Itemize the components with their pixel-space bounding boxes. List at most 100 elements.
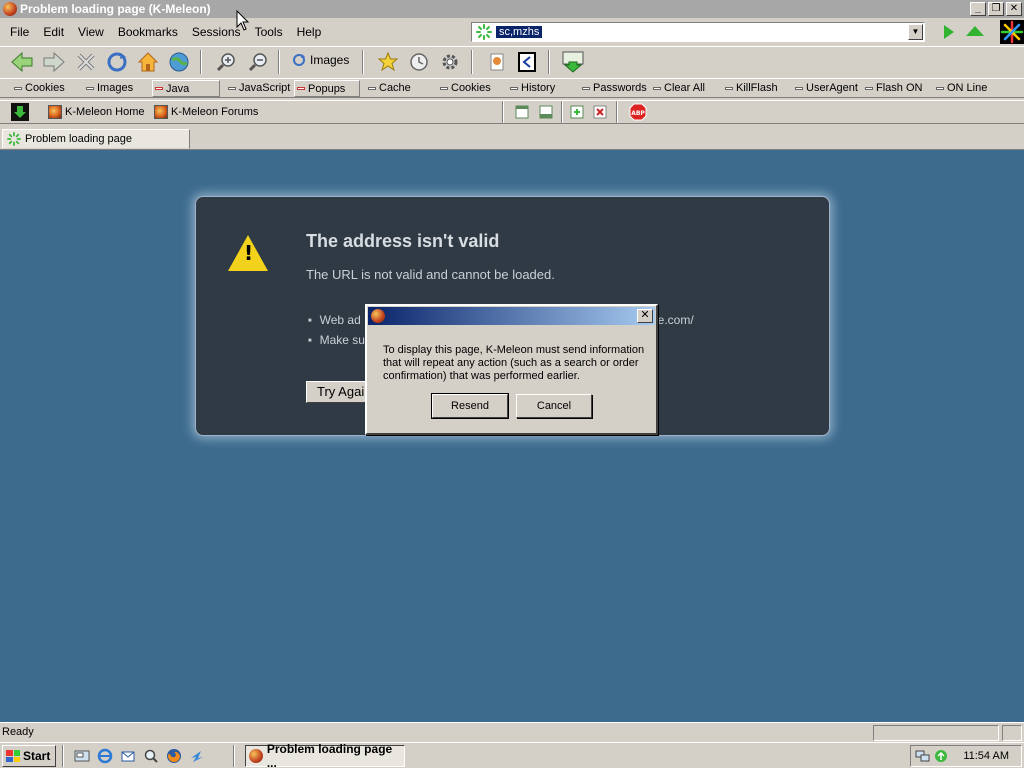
- menu-edit[interactable]: Edit: [43, 25, 64, 39]
- messenger-icon[interactable]: [189, 748, 205, 764]
- privacy-popups-toggle[interactable]: Popups: [294, 80, 360, 97]
- taskbar: Start Problem loading page ... 11:54 AM: [0, 742, 1024, 768]
- window-title: Problem loading page (K-Meleon): [20, 2, 211, 16]
- toolbar-separator: [278, 50, 280, 74]
- url-input[interactable]: sc,mzhs ▼: [471, 22, 925, 42]
- download-arrow-icon[interactable]: [10, 102, 30, 122]
- privacy-useragent-button[interactable]: UserAgent: [795, 82, 858, 94]
- stop-icon[interactable]: [74, 50, 98, 74]
- url-dropdown-button[interactable]: ▼: [908, 24, 923, 40]
- back-icon[interactable]: [10, 50, 34, 74]
- privacy-passwords-button[interactable]: Passwords: [582, 82, 647, 94]
- menu-bookmarks[interactable]: Bookmarks: [118, 25, 178, 39]
- kmeleon-icon: [48, 105, 62, 119]
- menu-file[interactable]: File: [10, 25, 29, 39]
- show-desktop-icon[interactable]: [74, 748, 90, 764]
- globe-icon[interactable]: [167, 50, 191, 74]
- menu-view[interactable]: View: [78, 25, 104, 39]
- window-minimize-icon[interactable]: [536, 102, 556, 122]
- url-value[interactable]: sc,mzhs: [496, 26, 543, 38]
- title-bar[interactable]: Problem loading page (K-Meleon) _ ❐ ✕: [0, 0, 1024, 18]
- status-pane: [873, 725, 999, 741]
- error-title: The address isn't valid: [306, 231, 500, 251]
- network-icon[interactable]: [915, 748, 931, 764]
- bookmark-kmeleon-forums[interactable]: K-Meleon Forums: [154, 105, 258, 119]
- privacy-cookies-toggle[interactable]: Cookies: [14, 82, 65, 94]
- firefox-icon[interactable]: [166, 748, 182, 764]
- privacy-clear-all-button[interactable]: Clear All: [653, 82, 705, 94]
- windows-logo-icon: [6, 750, 20, 762]
- privacy-history-button[interactable]: History: [510, 82, 555, 94]
- internet-explorer-icon[interactable]: [97, 748, 113, 764]
- page-content: ! The address isn't valid The URL is not…: [0, 150, 1024, 722]
- tab-label: Problem loading page: [25, 133, 133, 145]
- privacy-toolbar: Cookies Images Java JavaScript Popups Ca…: [0, 78, 1024, 98]
- dialog-close-button[interactable]: ✕: [637, 309, 653, 323]
- close-tab-icon[interactable]: [590, 102, 610, 122]
- reload-icon[interactable]: [105, 50, 129, 74]
- forward-icon[interactable]: [42, 50, 66, 74]
- taskbar-separator: [233, 745, 235, 767]
- clock: 11:54 AM: [963, 750, 1009, 762]
- privacy-online-toggle[interactable]: ON Line: [936, 82, 987, 94]
- privacy-killflash-button[interactable]: KillFlash: [725, 82, 778, 94]
- toolbar-separator: [502, 101, 504, 123]
- history-icon[interactable]: [407, 50, 431, 74]
- images-button[interactable]: Images: [292, 53, 349, 67]
- navigation-toolbar: Images: [0, 46, 1024, 76]
- maximize-button[interactable]: ❐: [988, 2, 1004, 16]
- zoom-out-icon[interactable]: [246, 50, 270, 74]
- home-icon[interactable]: [136, 50, 160, 74]
- images-label: Images: [310, 53, 350, 67]
- outlook-express-icon[interactable]: [120, 748, 136, 764]
- system-tray: 11:54 AM: [910, 745, 1022, 767]
- bookmark-kmeleon-home[interactable]: K-Meleon Home: [48, 105, 144, 119]
- privacy-cache-button[interactable]: Cache: [368, 82, 411, 94]
- menu-bar: File Edit View Bookmarks Sessions Tools …: [0, 20, 460, 44]
- privacy-images-toggle[interactable]: Images: [86, 82, 133, 94]
- download-icon[interactable]: [561, 50, 585, 74]
- toolbar-separator: [548, 50, 550, 74]
- zoom-in-icon[interactable]: [214, 50, 238, 74]
- error-suggestions: Web ad Make su: [308, 313, 365, 353]
- images-icon: [293, 54, 305, 66]
- new-tab-icon[interactable]: [567, 102, 587, 122]
- menu-help[interactable]: Help: [297, 25, 322, 39]
- privacy-java-toggle[interactable]: Java: [152, 80, 220, 97]
- status-text: Ready: [2, 726, 34, 738]
- menu-sessions[interactable]: Sessions: [192, 25, 241, 39]
- minimize-button[interactable]: _: [970, 2, 986, 16]
- taskbar-window-kmeleon[interactable]: Problem loading page ...: [245, 742, 405, 768]
- close-button[interactable]: ✕: [1006, 2, 1022, 16]
- search-icon[interactable]: [143, 748, 159, 764]
- svg-text:ABP: ABP: [631, 110, 645, 117]
- gear-icon[interactable]: [438, 50, 462, 74]
- loading-icon: [7, 132, 21, 146]
- up-icon[interactable]: [966, 26, 984, 36]
- loading-icon: [476, 24, 492, 40]
- window-restore-icon[interactable]: [512, 102, 532, 122]
- page-info-icon[interactable]: [485, 50, 509, 74]
- privacy-javascript-toggle[interactable]: JavaScript: [228, 82, 290, 94]
- resend-button[interactable]: Resend: [431, 393, 509, 419]
- privacy-clear-cookies-button[interactable]: Cookies: [440, 82, 491, 94]
- app-icon: [371, 309, 385, 323]
- start-button[interactable]: Start: [2, 745, 56, 767]
- privacy-flash-toggle[interactable]: Flash ON: [865, 82, 922, 94]
- app-icon[interactable]: [3, 2, 17, 16]
- error-subtitle: The URL is not valid and cannot be loade…: [306, 267, 555, 282]
- security-lock-icon[interactable]: [1002, 725, 1022, 741]
- cancel-button[interactable]: Cancel: [516, 394, 592, 418]
- tab-bar: Problem loading page: [0, 126, 1024, 150]
- app-icon: [249, 749, 263, 763]
- tab-problem-loading[interactable]: Problem loading page: [2, 129, 190, 149]
- go-icon[interactable]: [944, 25, 954, 39]
- list-item: Make su: [308, 333, 365, 347]
- star-icon[interactable]: [376, 50, 400, 74]
- adblock-icon[interactable]: ABP: [628, 102, 648, 122]
- menu-tools[interactable]: Tools: [255, 25, 283, 39]
- dialog-titlebar[interactable]: [368, 307, 655, 325]
- taskbar-separator: [62, 745, 64, 767]
- update-icon[interactable]: [933, 748, 949, 764]
- source-icon[interactable]: [515, 50, 539, 74]
